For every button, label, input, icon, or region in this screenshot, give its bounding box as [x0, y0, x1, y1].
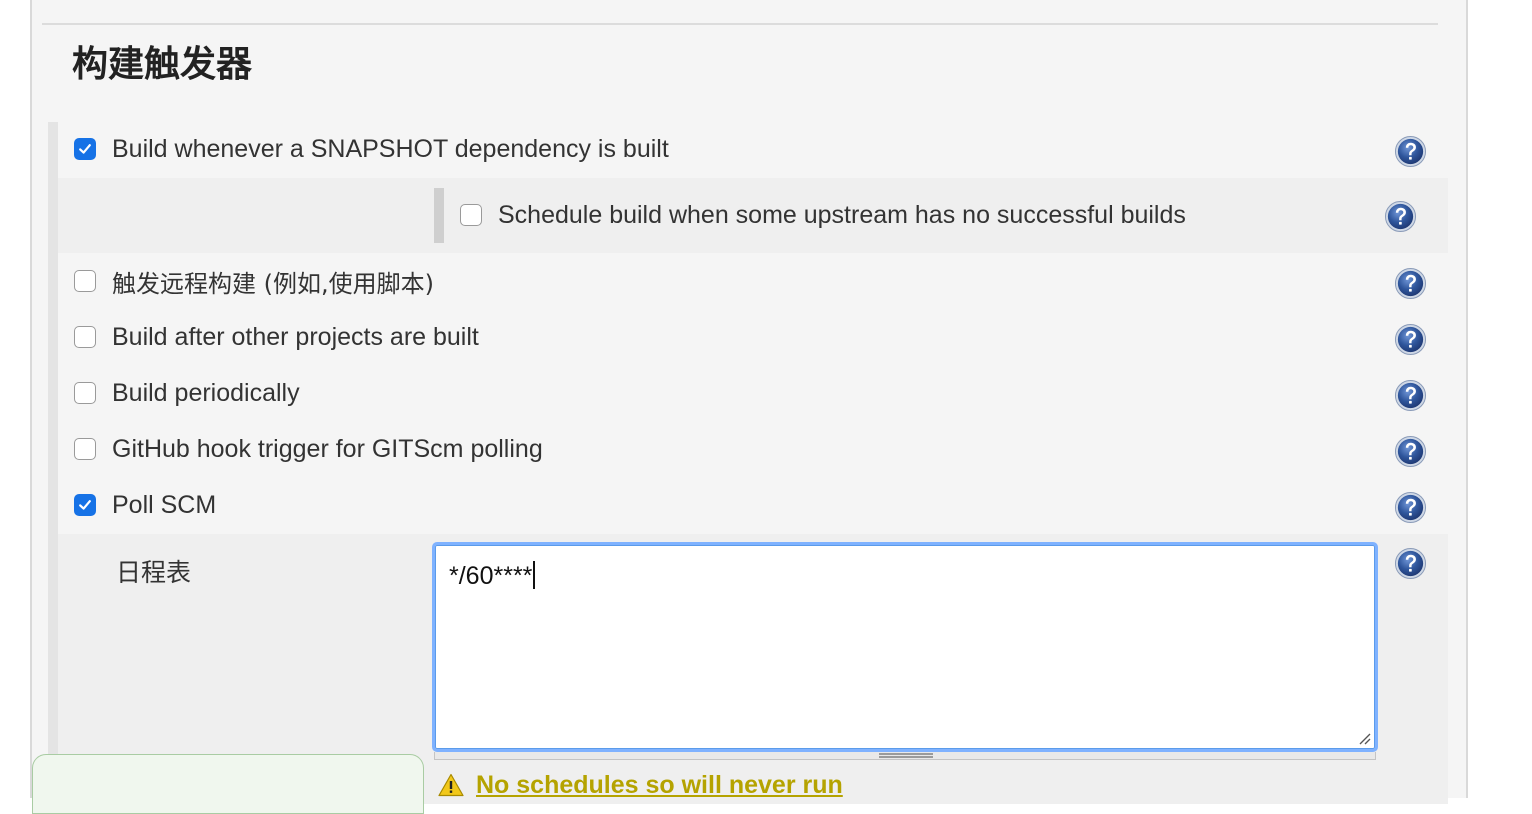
help-icon[interactable] [1394, 491, 1427, 524]
text-caret [533, 561, 535, 589]
schedule-label: 日程表 [116, 558, 192, 587]
warning-text: No schedules so will never run [476, 771, 843, 799]
check-icon [77, 497, 93, 513]
help-icon[interactable] [1394, 379, 1427, 412]
help-icon[interactable] [1394, 323, 1427, 356]
upstream-no-success-checkbox[interactable] [460, 204, 482, 226]
section-divider [42, 23, 1438, 25]
floating-save-panel [32, 754, 424, 814]
schedule-text: */60**** [449, 562, 533, 590]
remote-build-label[interactable]: 触发远程构建 (例如,使用脚本) [112, 264, 434, 299]
suboption-indent-bar [434, 188, 444, 243]
drag-grip-line [879, 753, 933, 755]
build-periodically-checkbox[interactable] [74, 382, 96, 404]
poll-scm-label[interactable]: Poll SCM [112, 491, 216, 520]
build-after-projects-checkbox[interactable] [74, 326, 96, 348]
trigger-snapshot-row: Build whenever a SNAPSHOT dependency is … [74, 134, 669, 164]
help-icon[interactable] [1394, 135, 1427, 168]
trigger-after-projects-row: Build after other projects are built [74, 322, 479, 352]
trigger-remote-row: 触发远程构建 (例如,使用脚本) [74, 264, 434, 299]
github-hook-label[interactable]: GitHub hook trigger for GITScm polling [112, 435, 543, 464]
schedule-value[interactable]: */60**** [449, 561, 535, 591]
help-icon[interactable] [1384, 200, 1417, 233]
check-icon [77, 141, 93, 157]
schedule-textarea[interactable]: */60**** [432, 542, 1378, 752]
snapshot-dependency-checkbox[interactable] [74, 138, 96, 160]
warning-triangle-icon [438, 773, 464, 797]
drag-grip-line [879, 756, 933, 758]
section-title: 构建触发器 [72, 44, 253, 85]
build-periodically-label[interactable]: Build periodically [112, 379, 300, 408]
upstream-no-success-label[interactable]: Schedule build when some upstream has no… [498, 201, 1186, 230]
schedule-warning: No schedules so will never run [438, 770, 843, 800]
textarea-drag-handle[interactable] [434, 752, 1376, 760]
snapshot-dependency-label[interactable]: Build whenever a SNAPSHOT dependency is … [112, 135, 669, 164]
help-icon[interactable] [1394, 547, 1427, 580]
trigger-github-hook-row: GitHub hook trigger for GITScm polling [74, 434, 543, 464]
poll-scm-checkbox[interactable] [74, 494, 96, 516]
trigger-upstream-row: Schedule build when some upstream has no… [460, 200, 1186, 230]
help-icon[interactable] [1394, 267, 1427, 300]
trigger-periodically-row: Build periodically [74, 378, 300, 408]
resize-grip-icon[interactable] [1357, 731, 1371, 745]
remote-build-checkbox[interactable] [74, 270, 96, 292]
help-icon[interactable] [1394, 435, 1427, 468]
triggers-indent-bar [48, 122, 58, 802]
build-after-projects-label[interactable]: Build after other projects are built [112, 323, 479, 352]
github-hook-checkbox[interactable] [74, 438, 96, 460]
trigger-poll-scm-row: Poll SCM [74, 490, 216, 520]
